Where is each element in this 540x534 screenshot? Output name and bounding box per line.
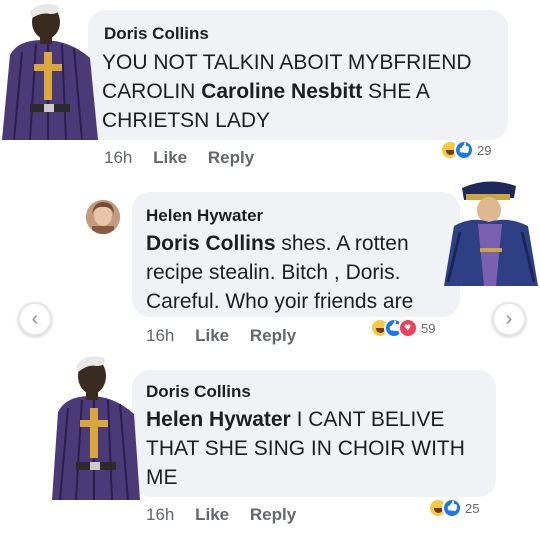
like-icon [454, 140, 474, 160]
comment-text-3-line-3: ME [146, 466, 178, 489]
comment-text-2-line-1: Doris Collins shes. A rotten [146, 229, 451, 258]
reactions-2[interactable]: 59 [370, 318, 435, 338]
comment-text-3-line-2: THAT SHE SING IN CHOIR WITH [146, 437, 465, 460]
next-arrow-button[interactable]: › [492, 302, 526, 336]
comment-actions-2: 16h Like Reply [146, 326, 312, 346]
comment-author-2[interactable]: Helen Hywater [146, 206, 263, 226]
comment-text-2: Doris Collins shes. A rotten recipe stea… [146, 229, 451, 316]
comment-text-3-post: I CANT BELIVE [290, 408, 445, 431]
character-sticker-3 [52, 356, 140, 500]
avatar-helen-hywater[interactable] [86, 200, 120, 234]
comment-text-1-line-1: YOU NOT TALKIN ABOIT MYBFRIEND [102, 51, 472, 74]
chevron-right-icon: › [505, 307, 513, 330]
like-icon [442, 498, 462, 518]
reactions-3[interactable]: 25 [428, 498, 479, 518]
comment-time-3[interactable]: 16h [146, 505, 174, 524]
reply-button-2[interactable]: Reply [250, 326, 296, 345]
avatar-image [86, 200, 120, 234]
reply-button-1[interactable]: Reply [208, 148, 254, 167]
character-sticker-2 [444, 181, 538, 286]
comment-text-1-line-2: CAROLIN Caroline Nesbitt SHE A [102, 77, 507, 106]
reply-button-3[interactable]: Reply [250, 505, 296, 524]
comment-text-3: Helen Hywater I CANT BELIVE THAT SHE SIN… [146, 405, 491, 492]
comment-time-1[interactable]: 16h [104, 148, 132, 167]
like-button-3[interactable]: Like [195, 505, 229, 524]
character-sticker-1 [2, 4, 98, 140]
comment-text-1-pre: CAROLIN [102, 80, 202, 103]
reaction-count-3: 25 [465, 500, 480, 516]
reaction-count-1: 29 [477, 142, 492, 158]
chevron-left-icon: ‹ [31, 307, 39, 330]
mention-doris-collins[interactable]: Doris Collins [146, 232, 276, 255]
comment-text-3-line-1: Helen Hywater I CANT BELIVE [146, 405, 491, 434]
like-button-1[interactable]: Like [153, 148, 187, 167]
comment-text-2-line-3: Careful. Who yoir friends are [146, 290, 414, 313]
prev-arrow-button[interactable]: ‹ [18, 302, 52, 336]
comment-author-1[interactable]: Doris Collins [104, 24, 209, 44]
love-icon [398, 318, 418, 338]
comment-actions-1: 16h Like Reply [104, 148, 270, 168]
comment-author-3[interactable]: Doris Collins [146, 382, 251, 402]
like-button-2[interactable]: Like [195, 326, 229, 345]
comment-text-1: YOU NOT TALKIN ABOIT MYBFRIEND CAROLIN C… [102, 48, 507, 135]
comment-time-2[interactable]: 16h [146, 326, 174, 345]
reaction-count-2: 59 [421, 320, 436, 336]
comment-text-1-post: SHE A [362, 80, 430, 103]
reactions-1[interactable]: 29 [440, 140, 491, 160]
mention-helen-hywater[interactable]: Helen Hywater [146, 408, 291, 431]
comment-text-2-line-2: recipe stealin. Bitch , Doris. [146, 261, 401, 284]
comment-actions-3: 16h Like Reply [146, 505, 312, 525]
comment-text-1-line-3: CHRIETSN LADY [102, 109, 271, 132]
mention-caroline-nesbitt[interactable]: Caroline Nesbitt [201, 80, 362, 103]
comment-text-2-post: shes. A rotten [275, 232, 409, 255]
